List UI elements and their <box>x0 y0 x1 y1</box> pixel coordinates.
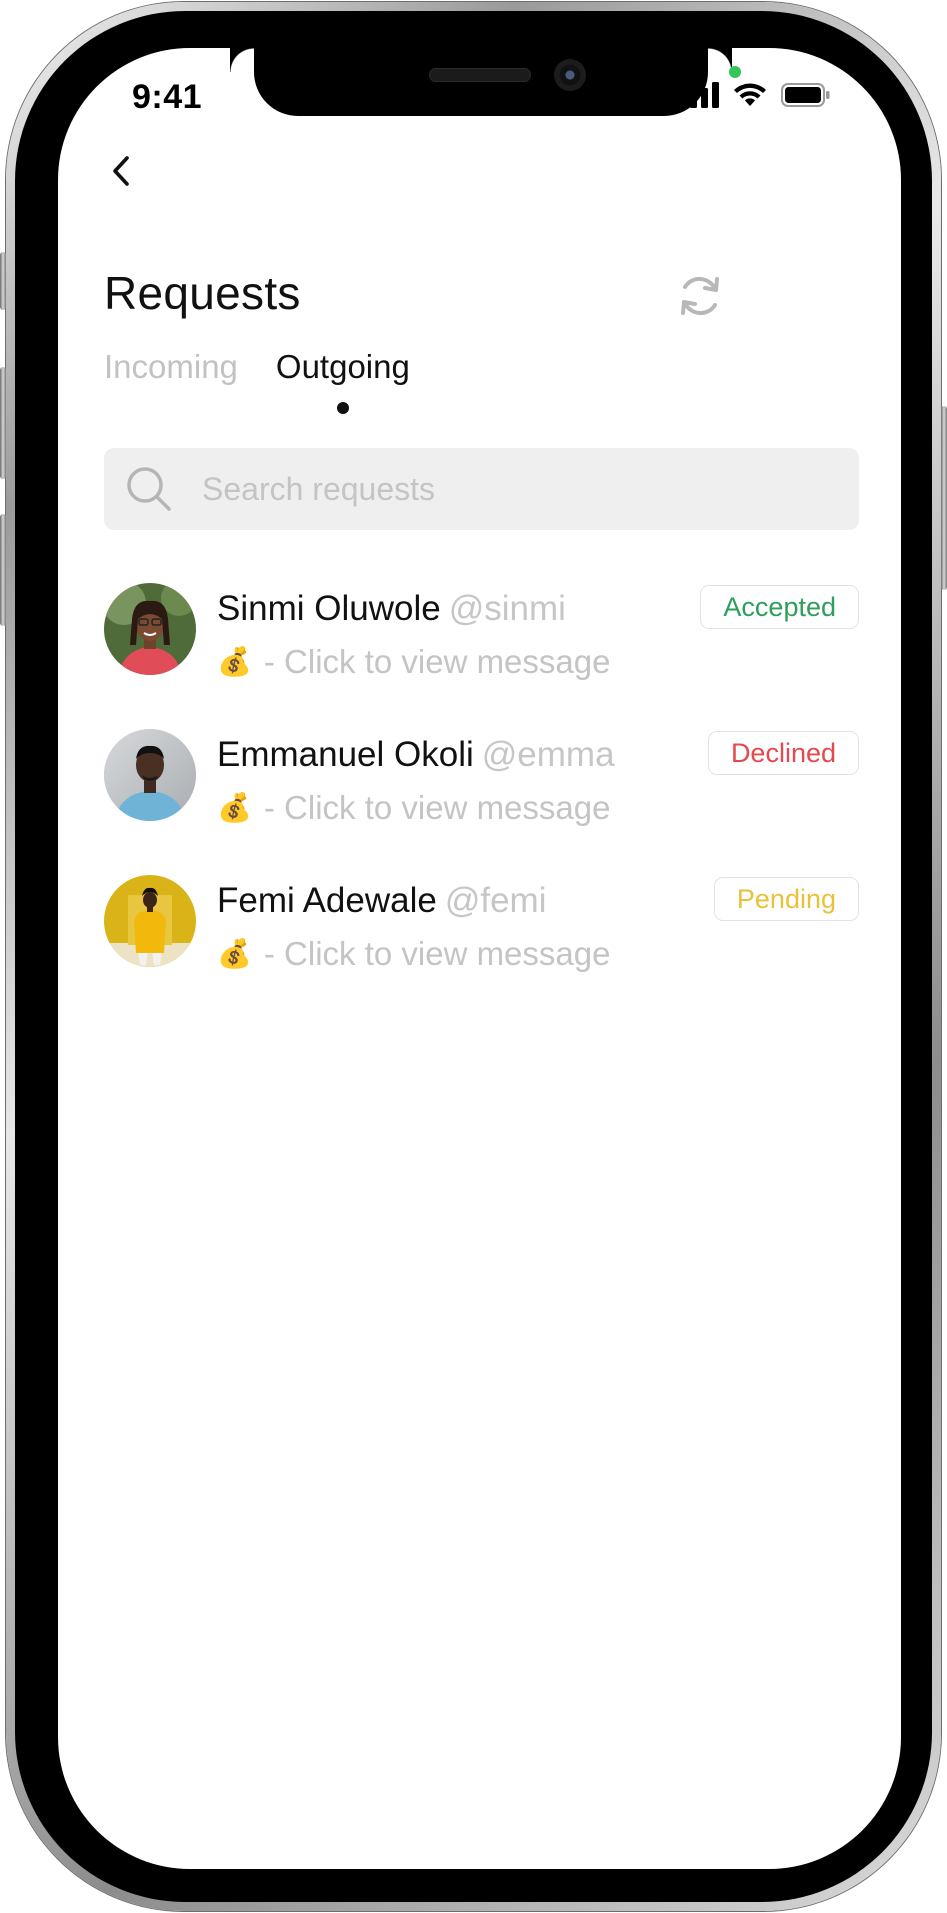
cellular-signal-icon <box>679 82 719 108</box>
app-screen: 9:41 Requests Incoming Outgoing Search r… <box>58 48 901 1869</box>
status-time: 9:41 <box>132 78 203 116</box>
request-handle: @emma <box>481 735 615 774</box>
volume-up-button <box>0 367 6 479</box>
front-camera <box>554 59 586 91</box>
status-badge: Declined <box>707 731 859 775</box>
status-badge: Accepted <box>700 585 859 629</box>
request-message: - Click to view message <box>263 643 611 680</box>
back-button[interactable] <box>96 146 146 196</box>
request-handle: @sinmi <box>448 589 566 628</box>
request-name: Femi Adewale <box>217 881 437 920</box>
tab-outgoing[interactable]: Outgoing <box>276 348 410 414</box>
refresh-button[interactable] <box>672 268 728 324</box>
money-bag-icon: 💰 <box>217 938 252 969</box>
avatar <box>104 583 196 675</box>
request-name-line: Femi Adewale @femi <box>217 881 546 921</box>
camera-in-use-indicator <box>729 66 741 78</box>
request-name: Emmanuel Okoli <box>217 735 474 774</box>
volume-down-button <box>0 514 6 626</box>
request-message-line: 💰 - Click to view message <box>217 935 610 973</box>
request-row-sinmi[interactable]: Sinmi Oluwole @sinmi 💰 - Click to view me… <box>104 581 859 727</box>
request-name: Sinmi Oluwole <box>217 589 441 628</box>
request-tabs: Incoming Outgoing <box>104 348 410 414</box>
silent-switch <box>0 252 6 310</box>
notch <box>254 48 732 116</box>
request-message-line: 💰 - Click to view message <box>217 643 610 681</box>
money-bag-icon: 💰 <box>217 646 252 677</box>
request-name-line: Sinmi Oluwole @sinmi <box>217 589 566 629</box>
refresh-icon <box>681 276 719 316</box>
request-handle: @femi <box>444 881 547 920</box>
chevron-left-icon <box>113 156 129 186</box>
request-row-emma[interactable]: Emmanuel Okoli @emma 💰 - Click to view me… <box>104 727 859 873</box>
tab-incoming[interactable]: Incoming <box>104 348 238 414</box>
phone-frame: 9:41 Requests Incoming Outgoing Search r… <box>0 2 947 1911</box>
request-message: - Click to view message <box>263 789 611 826</box>
request-row-femi[interactable]: Femi Adewale @femi 💰 - Click to view mess… <box>104 873 859 1019</box>
status-icons <box>679 82 831 108</box>
wifi-icon <box>733 82 767 108</box>
request-name-line: Emmanuel Okoli @emma <box>217 735 615 775</box>
page-title: Requests <box>104 267 301 319</box>
avatar <box>104 875 196 967</box>
search-input[interactable] <box>200 469 760 509</box>
request-message-line: 💰 - Click to view message <box>217 789 610 827</box>
avatar <box>104 729 196 821</box>
earpiece-speaker <box>429 68 531 82</box>
search-icon <box>124 464 174 514</box>
power-button <box>941 406 947 590</box>
money-bag-icon: 💰 <box>217 792 252 823</box>
status-badge: Pending <box>713 877 859 921</box>
battery-icon <box>781 82 831 108</box>
search-bar[interactable] <box>104 448 859 530</box>
request-message: - Click to view message <box>263 935 611 972</box>
requests-list: Sinmi Oluwole @sinmi 💰 - Click to view me… <box>104 581 859 1019</box>
